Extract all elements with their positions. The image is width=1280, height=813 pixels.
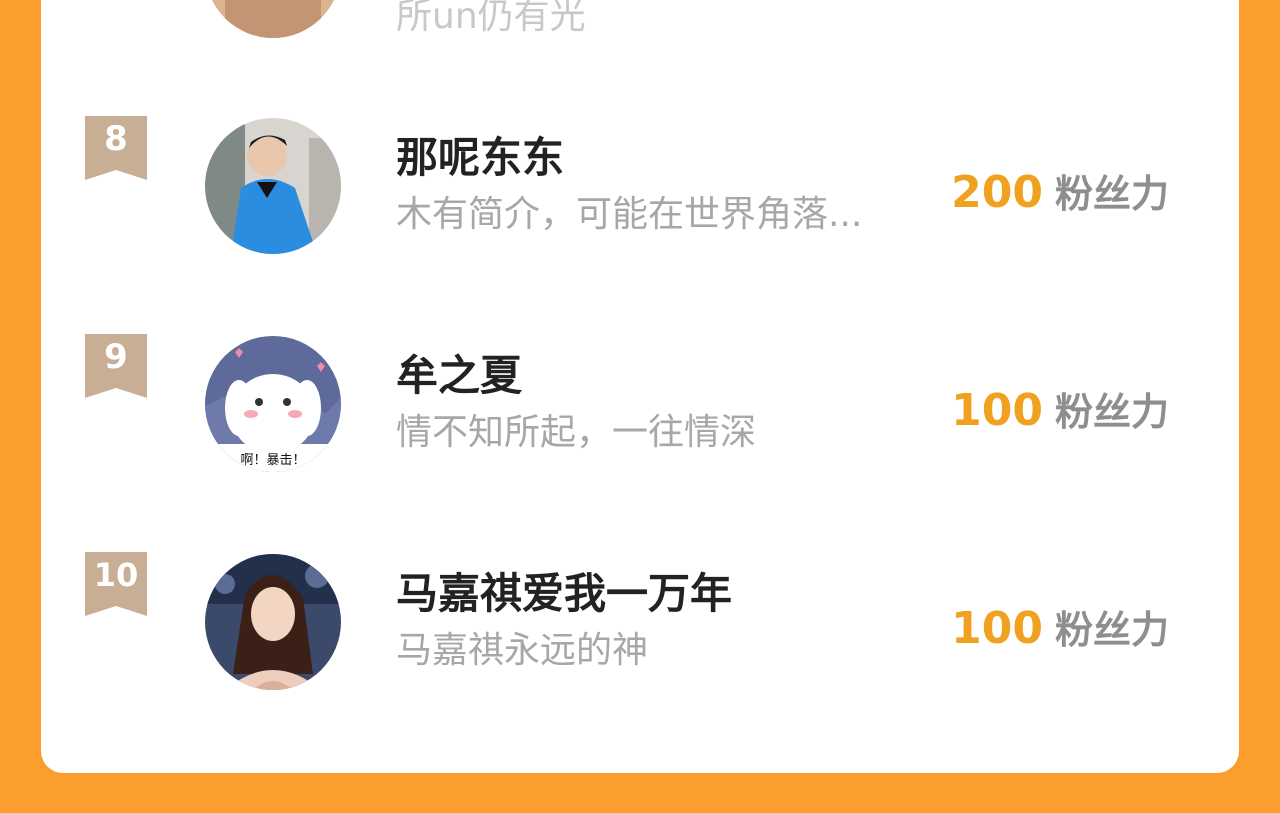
list-item[interactable]: 10 马嘉祺爱我一万年 马嘉祺永远的神 100 粉丝力 [41, 548, 1239, 698]
user-name[interactable]: 马嘉祺爱我一万年 [396, 568, 732, 620]
avatar[interactable] [205, 0, 341, 38]
fan-power-value: 100 [951, 603, 1043, 654]
rank-number: 10 [93, 556, 139, 594]
avatar[interactable] [205, 554, 341, 690]
bio-text: 马嘉祺永远的神 [396, 630, 649, 671]
fan-power: 100 粉丝力 [951, 385, 1169, 446]
cartoon-rabbit-avatar-icon: 啊！暴击！ [205, 336, 341, 472]
fan-power-value: 100 [951, 385, 1043, 436]
fan-power-unit: 粉丝力 [1054, 608, 1169, 652]
bio-text: 木有简介，可能在世界角落... [396, 194, 863, 235]
list-item[interactable]: 8 那呢东东 木有简介，可能在世界角落... 200 粉丝力 [41, 112, 1239, 262]
fan-power-unit: 粉丝力 [1054, 172, 1169, 216]
ranking-card: 所un仍有光 8 那呢东东 木有简介，可能在世界角落... 200 粉丝力 9 … [41, 0, 1239, 773]
rank-number: 8 [104, 119, 128, 159]
fan-power: 200 粉丝力 [951, 167, 1169, 228]
fan-power: 100 粉丝力 [951, 603, 1169, 664]
bio-text: 所un仍有光 [396, 0, 586, 37]
avatar[interactable]: 啊！暴击！ [205, 336, 341, 472]
man-blue-shirt-avatar-icon [205, 118, 341, 254]
fan-power-value: 200 [951, 167, 1043, 218]
avatar-caption: 啊！暴击！ [240, 453, 305, 468]
user-name[interactable]: 那呢东东 [396, 132, 564, 184]
avatar[interactable] [205, 118, 341, 254]
fan-power-unit: 粉丝力 [1054, 390, 1169, 434]
woman-portrait-avatar-icon [205, 554, 341, 690]
rank-badge: 10 [85, 552, 147, 616]
list-item-partial[interactable]: 所un仍有光 [41, 0, 1239, 52]
rank-number: 9 [104, 337, 128, 377]
avatar-image-icon [205, 0, 341, 38]
list-item[interactable]: 9 啊！暴击！ 牟之夏 情不知所起，一往情深 100 粉丝力 [41, 330, 1239, 480]
bio-text: 情不知所起，一往情深 [396, 412, 757, 453]
user-name[interactable]: 牟之夏 [396, 350, 522, 402]
rank-badge: 9 [85, 334, 147, 398]
rank-badge: 8 [85, 116, 147, 180]
